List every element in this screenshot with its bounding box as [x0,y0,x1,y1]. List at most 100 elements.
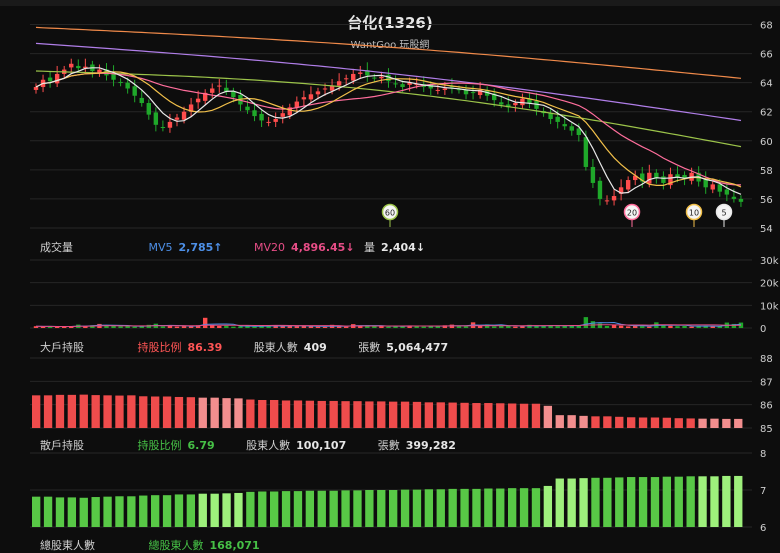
candle-body [315,91,321,95]
volume-bar [675,326,680,328]
volume-tick-label: 20k [760,279,779,290]
big-holders-tick-label: 85 [760,424,773,435]
retail-bar [174,494,184,527]
retail-bar [365,490,374,527]
chart-canvas: 686664626058565460 20 10 530k20k10k08887868… [30,21,779,534]
retail-bar [650,477,660,527]
retail-bar [603,477,612,527]
big-holders-bar [115,395,124,428]
retail-bar [162,495,172,527]
big-holders-bar [329,400,338,428]
big-holders-bar [460,402,469,428]
retail-legend: 散戶持股 持股比例 6.79 股東人數 100,107 張數 399,282 [40,437,462,453]
big-holders-bar [234,398,243,428]
volume-bar [315,326,321,328]
ma-badge-label-5: 5 [721,209,726,218]
volume-bar [597,323,603,328]
retail-bar [222,493,231,527]
big-holders-legend: 大戶持股 持股比例 86.39 股東人數 409 張數 5,064,477 [40,339,454,355]
retail-bar [686,476,695,527]
retail-bar [127,496,136,527]
mv20-label: MV20 [254,241,286,254]
candle-body [611,196,617,201]
retail-bar [698,476,707,527]
big-holders-bar [55,394,65,428]
candle-body [499,102,504,105]
big-holders-bar [222,398,231,428]
retail-bar [615,477,624,527]
candle-body [273,119,278,122]
volume-bar [555,326,560,328]
volume-bar [513,326,518,328]
volume-bar [118,326,123,328]
retail-bar [151,495,160,527]
retail-bar [341,490,350,527]
volume-bar [217,325,222,328]
total-holders-title: 總股東人數 [40,539,95,552]
big-holders-bar [258,400,267,428]
retail-bar [436,489,445,527]
candle-body [583,137,589,167]
big-holders-bar [710,418,719,428]
big-holders-bar [627,417,636,428]
volume-bar [224,325,229,328]
candle-body [738,198,744,202]
candle-body [181,111,187,120]
volume-bar [492,326,497,328]
volume-bar [421,326,426,328]
volume-bar [322,326,328,328]
volume-bar [308,326,314,328]
retail-bar [186,494,196,527]
big-shares-value: 5,064,477 [386,341,449,354]
big-holders-bar [734,418,743,428]
big-holders-bar [519,403,529,428]
retail-bar [579,478,588,527]
price-tick-label: 66 [760,50,773,61]
big-holders-bar [400,401,410,428]
volume-bar [379,326,384,328]
price-tick-label: 62 [760,108,773,119]
candle-body [280,113,285,117]
big-holders-bar [496,403,505,428]
candle-body [266,121,271,123]
big-shares-label: 張數 [358,341,381,354]
big-holders-bar [377,401,386,428]
big-holders-tick-label: 88 [760,354,773,365]
candle-body [125,82,130,89]
candle-body [703,179,708,188]
candle-body [76,65,81,69]
big-holders-bar [91,395,100,428]
candle-body [252,110,257,117]
candle-body [47,77,53,82]
volume-bar [689,326,694,328]
big-holders-bar [162,396,172,428]
retail-bar [424,489,434,527]
candle-body [139,97,144,104]
retail-bar [496,488,505,527]
candle-body [146,103,151,115]
vol-label: 量 [364,241,376,254]
retail-bar [460,488,469,527]
volume-bar [294,326,300,328]
big-holders-bar [246,399,255,428]
volume-bar [160,326,166,328]
volume-legend: 成交量 MV5 2,785↑ MV20 4,896.45↓ 量 2,404↓ [40,239,431,255]
candle-body [351,73,356,81]
candle-body [372,77,377,79]
retail-bar [377,490,386,527]
big-holders-bar [531,403,541,428]
big-holders-bar [662,417,672,428]
volume-bar [202,317,208,328]
price-tick-label: 56 [760,195,773,206]
candle-body [69,63,74,68]
retail-bar [115,496,124,527]
big-holders-bar [508,403,517,428]
big-holders-bar [555,415,564,428]
retail-bar [258,491,267,527]
retail-bar [329,490,338,527]
candle-body [520,98,525,106]
big-holders-bar [103,395,112,428]
retail-bar [246,491,255,527]
retail-bar [484,488,493,527]
retail-bar [210,493,219,527]
